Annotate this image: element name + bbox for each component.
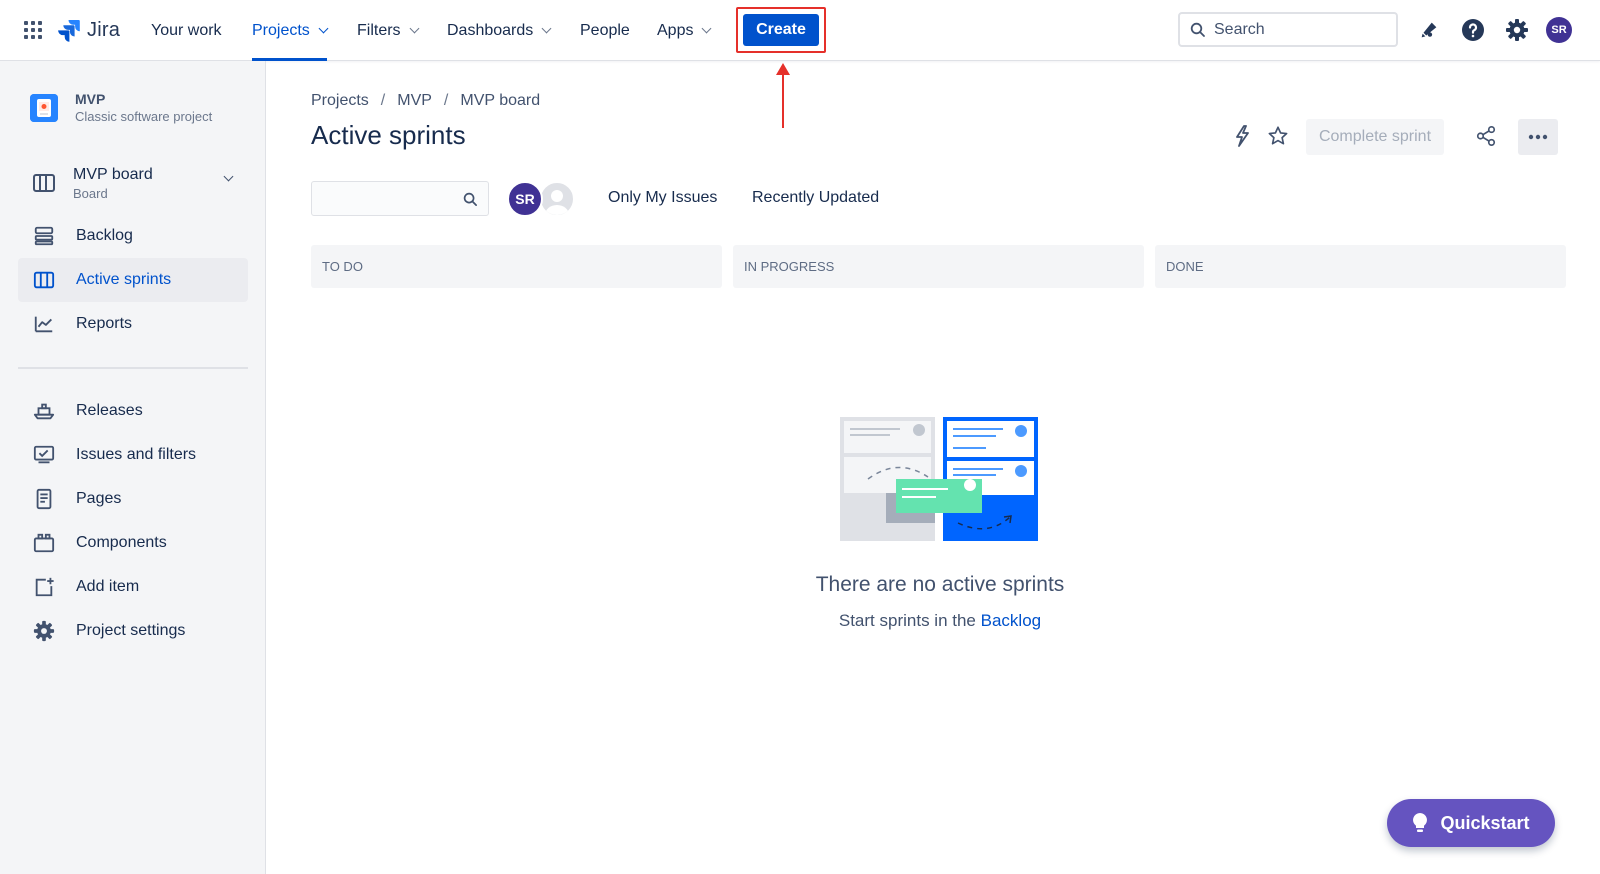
jira-logo[interactable]: Jira xyxy=(57,18,120,42)
component-icon xyxy=(32,531,56,555)
chevron-down-icon xyxy=(409,23,420,34)
sidebar-item-label: Pages xyxy=(76,490,122,507)
lightbulb-icon xyxy=(1412,812,1428,834)
board-search-input[interactable] xyxy=(311,181,489,216)
top-navigation: Jira Your work Projects Filters Dashboar… xyxy=(0,0,1600,61)
app-switcher-icon[interactable] xyxy=(24,21,42,39)
page-title: Active sprints xyxy=(311,120,466,150)
settings-gear-icon[interactable] xyxy=(1504,17,1530,43)
board-selector[interactable]: MVP board Board xyxy=(18,163,248,203)
project-header[interactable]: MVP Classic software project xyxy=(30,91,212,124)
sidebar-item-active-sprints[interactable]: Active sprints xyxy=(18,258,248,302)
help-icon[interactable] xyxy=(1460,17,1486,43)
sidebar-divider xyxy=(18,367,248,369)
breadcrumb-mvp-board[interactable]: MVP board xyxy=(460,92,540,110)
annotation-arrow-line xyxy=(782,72,784,128)
filter-recently-updated[interactable]: Recently Updated xyxy=(752,189,879,207)
sidebar-item-label: Issues and filters xyxy=(76,446,197,463)
search-input[interactable] xyxy=(1214,20,1384,39)
ship-icon xyxy=(32,399,56,423)
gear-icon xyxy=(32,619,56,643)
nav-projects[interactable]: Projects xyxy=(252,0,329,61)
project-name: MVP xyxy=(75,91,106,107)
sidebar-item-label: Active sprints xyxy=(76,271,172,288)
user-avatar[interactable]: SR xyxy=(1546,17,1572,43)
complete-sprint-button[interactable]: Complete sprint xyxy=(1306,119,1444,155)
sidebar-item-reports[interactable]: Reports xyxy=(18,302,248,346)
quickstart-label: Quickstart xyxy=(1440,812,1530,833)
breadcrumb-mvp[interactable]: MVP xyxy=(397,92,432,110)
jira-logo-icon xyxy=(58,20,80,42)
share-icon[interactable] xyxy=(1474,124,1498,148)
chevron-down-icon xyxy=(223,171,234,182)
column-header-done: DONE xyxy=(1155,245,1566,288)
empty-board-illustration xyxy=(840,417,1038,541)
automation-lightning-icon[interactable] xyxy=(1230,124,1254,148)
star-icon[interactable] xyxy=(1266,124,1290,148)
sidebar-item-pages[interactable]: Pages xyxy=(18,477,248,521)
person-icon xyxy=(545,190,569,215)
empty-state-subtitle: Start sprints in the Backlog xyxy=(700,611,1180,631)
sidebar-item-components[interactable]: Components xyxy=(18,521,248,565)
issues-icon xyxy=(32,443,56,467)
empty-state-text: Start sprints in the xyxy=(838,611,976,630)
chevron-down-icon xyxy=(702,23,712,34)
sidebar-item-issues-and-filters[interactable]: Issues and filters xyxy=(18,433,248,477)
chevron-down-icon xyxy=(318,23,329,34)
nav-your-work[interactable]: Your work xyxy=(151,0,222,61)
nav-filters[interactable]: Filters xyxy=(357,0,420,61)
chevron-down-icon xyxy=(541,23,552,34)
sidebar-item-project-settings[interactable]: Project settings xyxy=(18,609,248,653)
more-dots-icon xyxy=(1528,134,1548,140)
nav-label: Apps xyxy=(657,21,694,39)
board-columns-icon xyxy=(32,268,56,292)
sidebar-item-add-item[interactable]: Add item xyxy=(18,565,248,609)
add-item-icon xyxy=(32,575,56,599)
backlog-link[interactable]: Backlog xyxy=(981,611,1041,630)
nav-label: Dashboards xyxy=(447,21,534,39)
project-avatar-icon xyxy=(30,93,58,122)
project-sidebar: MVP Classic software project MVP board B… xyxy=(0,61,266,874)
breadcrumb-separator: / xyxy=(380,92,386,109)
sidebar-item-label: Project settings xyxy=(76,622,186,639)
breadcrumb: Projects / MVP / MVP board xyxy=(311,92,540,110)
quickstart-button[interactable]: Quickstart xyxy=(1387,799,1555,847)
search-icon xyxy=(463,192,477,206)
logo-text: Jira xyxy=(87,18,121,41)
backlog-icon xyxy=(32,224,56,248)
board-icon xyxy=(32,171,56,195)
notifications-icon[interactable] xyxy=(1416,17,1442,43)
more-actions-button[interactable] xyxy=(1518,119,1558,155)
breadcrumb-projects[interactable]: Projects xyxy=(311,92,369,110)
breadcrumb-separator: / xyxy=(443,92,449,109)
create-button[interactable]: Create xyxy=(743,14,819,46)
page-icon xyxy=(32,487,56,511)
sidebar-item-backlog[interactable]: Backlog xyxy=(18,214,248,258)
board-type: Board xyxy=(73,185,108,201)
sidebar-item-releases[interactable]: Releases xyxy=(18,389,248,433)
nav-label: People xyxy=(580,21,630,39)
sidebar-item-label: Backlog xyxy=(76,227,133,244)
column-header-todo: TO DO xyxy=(311,245,722,288)
sidebar-item-label: Components xyxy=(76,534,167,551)
column-header-in-progress: IN PROGRESS xyxy=(733,245,1144,288)
empty-state-title: There are no active sprints xyxy=(815,573,1065,596)
nav-label: Projects xyxy=(252,21,310,39)
sidebar-item-label: Add item xyxy=(76,578,140,595)
unassigned-avatar[interactable] xyxy=(539,181,575,217)
nav-label: Filters xyxy=(357,21,401,39)
sidebar-item-label: Reports xyxy=(76,315,133,332)
board-name: MVP board xyxy=(73,165,153,183)
nav-people[interactable]: People xyxy=(580,0,630,61)
filter-only-my-issues[interactable]: Only My Issues xyxy=(608,189,717,207)
search-box[interactable] xyxy=(1178,12,1398,47)
nav-apps[interactable]: Apps xyxy=(657,0,712,61)
project-type: Classic software project xyxy=(75,109,213,124)
assignee-avatar-sr[interactable]: SR xyxy=(507,181,543,217)
sidebar-item-label: Releases xyxy=(76,402,143,419)
nav-label: Your work xyxy=(151,21,222,39)
search-icon xyxy=(1190,22,1205,37)
chart-line-icon xyxy=(32,312,56,336)
nav-dashboards[interactable]: Dashboards xyxy=(447,0,552,61)
